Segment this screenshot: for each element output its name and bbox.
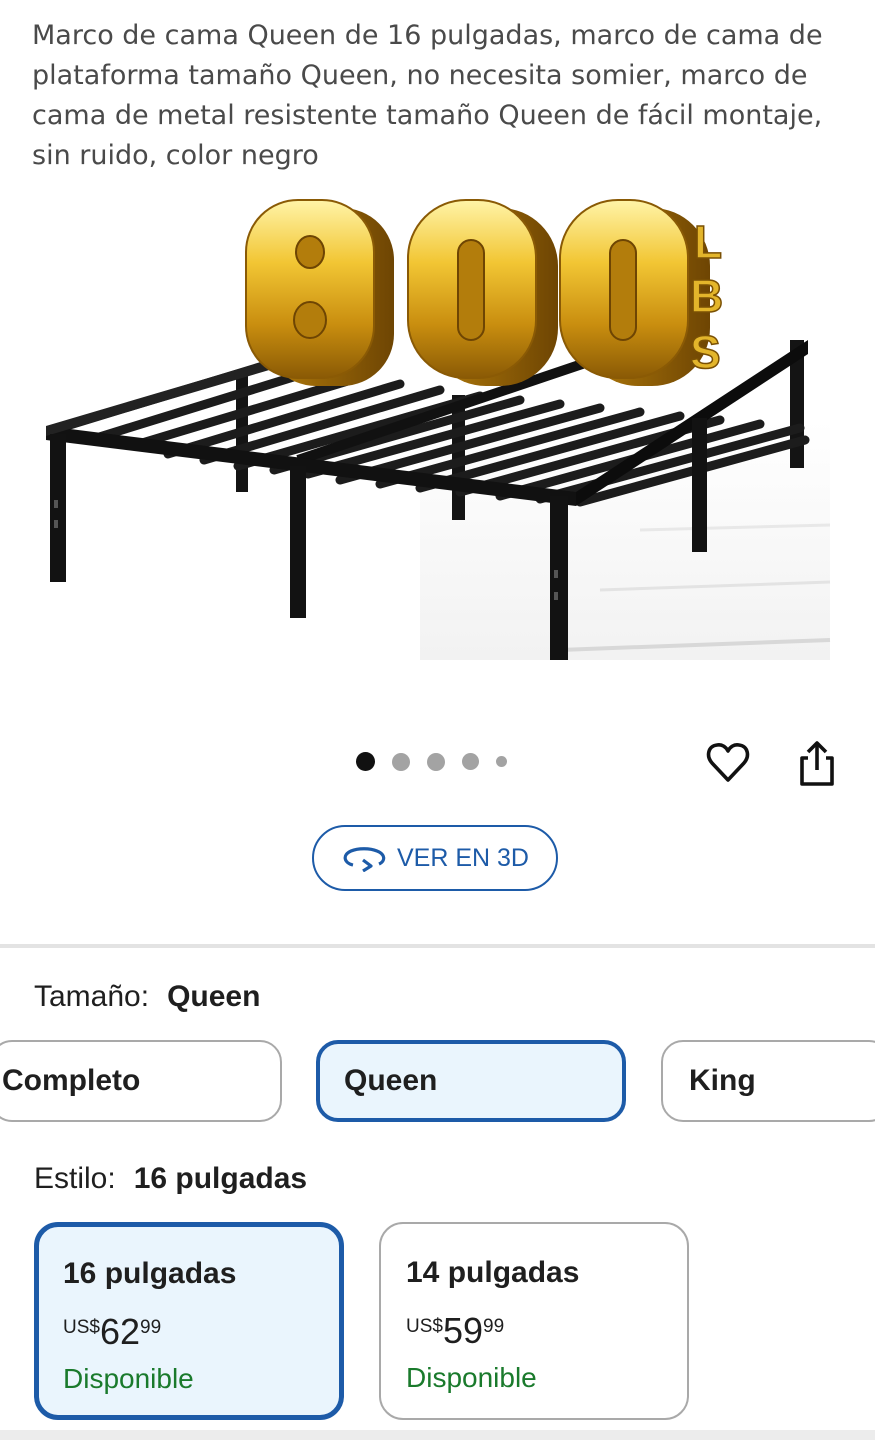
price-decimal: 99 xyxy=(483,1316,505,1337)
style-selected-value: 16 pulgadas xyxy=(133,1162,308,1195)
carousel-dot[interactable] xyxy=(462,753,479,770)
badge-unit-b: B xyxy=(690,270,723,322)
style-option-title: 16 pulgadas xyxy=(63,1257,237,1290)
size-label: Tamaño: Queen xyxy=(34,980,260,1014)
size-option-label: Queen xyxy=(344,1064,438,1097)
style-label-text: Estilo: xyxy=(34,1162,116,1195)
style-option-price: US$5999 xyxy=(406,1310,504,1352)
bottom-edge xyxy=(0,1430,875,1440)
style-option-16-pulgadas[interactable]: 16 pulgadas US$6299 Disponible xyxy=(34,1222,344,1420)
product-title: Marco de cama Queen de 16 pulgadas, marc… xyxy=(32,20,823,171)
style-option-title: 14 pulgadas xyxy=(406,1256,580,1289)
carousel-dot[interactable] xyxy=(356,752,375,771)
price-integer: 59 xyxy=(442,1310,484,1351)
carousel-indicator[interactable] xyxy=(356,752,524,771)
section-divider xyxy=(0,944,875,948)
style-option-14-pulgadas[interactable]: 14 pulgadas US$5999 Disponible xyxy=(379,1222,689,1420)
view-3d-label: VER EN 3D xyxy=(397,843,529,872)
price-integer: 62 xyxy=(99,1311,141,1352)
size-option-completo[interactable]: Completo xyxy=(0,1040,282,1122)
carousel-dot[interactable] xyxy=(392,752,410,771)
size-label-text: Tamaño: xyxy=(34,980,150,1013)
weight-badge: L B S xyxy=(245,199,724,386)
share-button[interactable] xyxy=(794,738,840,788)
product-image[interactable]: L B S xyxy=(40,190,835,670)
size-selected-value: Queen xyxy=(167,980,261,1013)
size-option-king[interactable]: King xyxy=(661,1040,875,1122)
availability-status: Disponible xyxy=(63,1363,194,1394)
price-currency: US$ xyxy=(406,1316,443,1337)
share-icon xyxy=(800,741,834,786)
carousel-dot[interactable] xyxy=(496,756,507,767)
style-option-price: US$6299 xyxy=(63,1311,161,1353)
rotate-3d-icon xyxy=(343,847,386,872)
size-option-label: Completo xyxy=(2,1064,141,1097)
size-option-queen[interactable]: Queen xyxy=(316,1040,626,1122)
product-page: Marco de cama Queen de 16 pulgadas, marc… xyxy=(0,0,875,1440)
favorite-button[interactable] xyxy=(704,738,752,786)
price-decimal: 99 xyxy=(140,1317,162,1338)
style-label: Estilo: 16 pulgadas xyxy=(34,1162,307,1196)
badge-unit-s: S xyxy=(690,326,721,378)
view-3d-button[interactable]: VER EN 3D xyxy=(312,825,558,891)
availability-status: Disponible xyxy=(406,1362,537,1393)
carousel-dot[interactable] xyxy=(427,752,445,771)
price-currency: US$ xyxy=(63,1317,100,1338)
heart-icon xyxy=(706,743,750,782)
badge-unit-l: L xyxy=(694,216,722,268)
size-option-label: King xyxy=(689,1064,756,1097)
